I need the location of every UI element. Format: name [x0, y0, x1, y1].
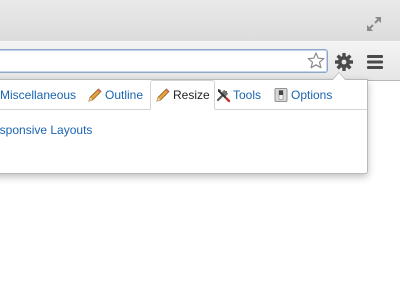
pencil-icon: [88, 87, 102, 102]
gear-icon[interactable]: [333, 51, 355, 73]
fullscreen-icon[interactable]: [364, 14, 384, 34]
title-bar: [0, 0, 400, 41]
extension-popup: Miscellaneous Outline Resize Tools Optio…: [0, 72, 368, 174]
switch-icon: [274, 87, 288, 102]
tab-miscellaneous[interactable]: Miscellaneous: [0, 80, 76, 109]
tab-label: Options: [291, 87, 333, 102]
popup-tab-bar: Miscellaneous Outline Resize Tools Optio…: [0, 80, 367, 110]
tab-label: Outline: [105, 87, 144, 102]
tab-resize[interactable]: Resize: [150, 80, 215, 110]
popup-arrow: [332, 72, 346, 80]
tab-label: Tools: [233, 87, 262, 102]
tab-label: Resize: [173, 88, 210, 102]
browser-window: Miscellaneous Outline Resize Tools Optio…: [0, 0, 400, 300]
address-bar[interactable]: [0, 49, 328, 73]
hamburger-menu-icon[interactable]: [364, 52, 386, 72]
tab-label: Miscellaneous: [0, 87, 77, 102]
tools-icon: [216, 88, 231, 102]
tab-outline[interactable]: Outline: [87, 80, 143, 109]
tab-options[interactable]: Options: [273, 80, 332, 109]
pencil-icon: [156, 88, 170, 102]
tab-tools[interactable]: Tools: [215, 80, 261, 109]
bookmark-star-icon[interactable]: [306, 51, 326, 71]
responsive-layouts-link[interactable]: esponsive Layouts: [0, 123, 92, 137]
